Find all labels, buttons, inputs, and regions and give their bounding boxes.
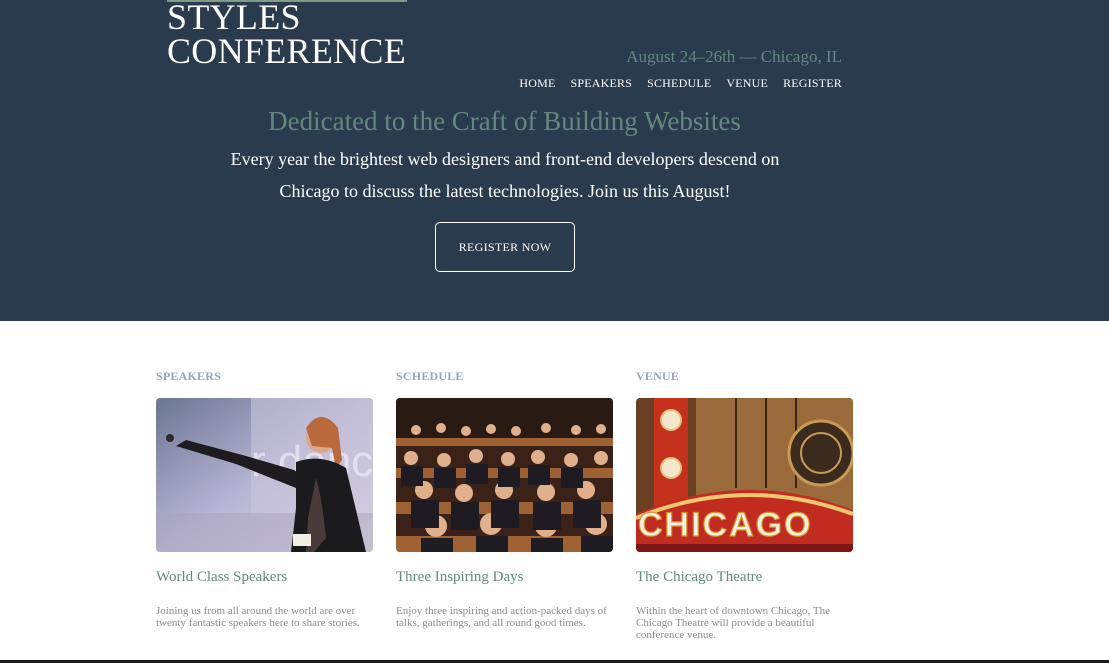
logo-line-2: CONFERENCE xyxy=(167,31,407,71)
features-section: SPEAKERS r dance xyxy=(156,368,853,641)
nav-speakers[interactable]: SPEAKERS xyxy=(570,76,632,91)
logo-line-1: STYLES xyxy=(167,0,301,37)
feature-card-speakers: SPEAKERS r dance xyxy=(156,368,373,641)
register-now-button[interactable]: REGISTER NOW xyxy=(435,222,575,272)
nav-register[interactable]: REGISTER xyxy=(783,76,842,91)
site-logo[interactable]: STYLES CONFERENCE xyxy=(167,0,407,71)
theatre-photo[interactable]: CHICAGO xyxy=(636,398,853,552)
feature-card-schedule: SCHEDULE Three Inspiring Days Enjoy thre… xyxy=(396,368,613,641)
card-title[interactable]: World Class Speakers xyxy=(156,567,373,587)
card-title[interactable]: The Chicago Theatre xyxy=(636,567,853,587)
card-description: Within the heart of downtown Chicago, Th… xyxy=(636,605,830,641)
feature-card-venue: VENUE CHICAGO The Chicago Theatre Within… xyxy=(636,368,853,641)
conference-dates: August 24–26th — Chicago, IL xyxy=(626,47,842,66)
nav-venue[interactable]: VENUE xyxy=(726,76,768,91)
audience-photo[interactable] xyxy=(396,398,613,552)
card-title[interactable]: Three Inspiring Days xyxy=(396,567,613,587)
nav-home[interactable]: HOME xyxy=(519,76,555,91)
nav-schedule[interactable]: SCHEDULE xyxy=(647,76,711,91)
card-description: Enjoy three inspiring and action-packed … xyxy=(396,605,607,629)
hero-lede: Every year the brightest web designers a… xyxy=(230,149,780,201)
card-kicker: SCHEDULE xyxy=(396,369,464,383)
primary-nav: HOME SPEAKERS SCHEDULE VENUE REGISTER xyxy=(519,76,842,91)
card-kicker: VENUE xyxy=(636,369,680,383)
card-description: Joining us from all around the world are… xyxy=(156,605,360,629)
hero-section: STYLES CONFERENCE August 24–26th — Chica… xyxy=(0,0,1109,321)
svg-text:CHICAGO: CHICAGO xyxy=(638,506,813,544)
hero-tagline: Dedicated to the Craft of Building Websi… xyxy=(268,106,741,136)
speaker-photo[interactable]: r dance xyxy=(156,398,373,552)
card-kicker: SPEAKERS xyxy=(156,369,221,383)
